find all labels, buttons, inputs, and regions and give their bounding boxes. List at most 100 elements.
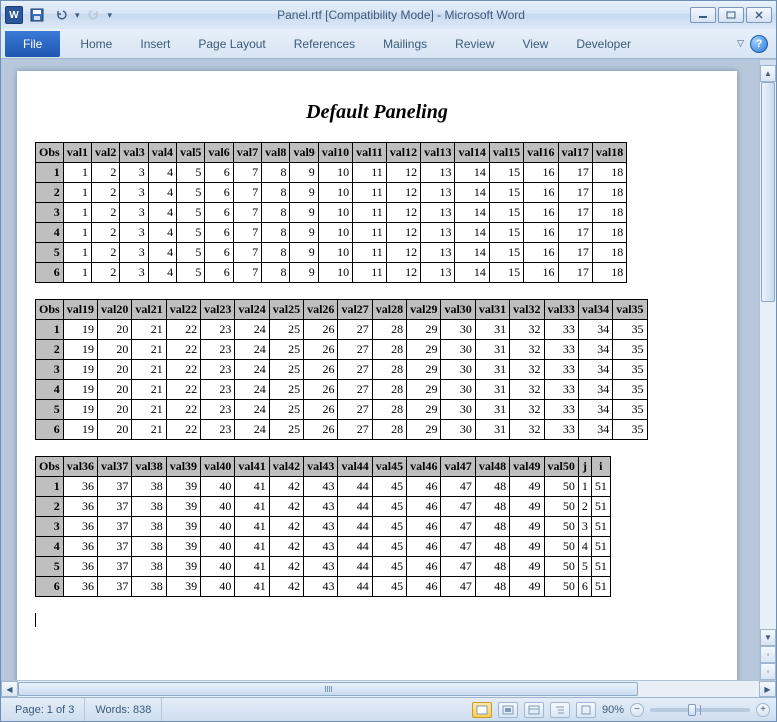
horizontal-scrollbar[interactable]: ◀ ▶: [1, 680, 776, 697]
data-table-1: Obsval1val2val3val4val5val6val7val8val9v…: [35, 142, 627, 283]
data-cell: 23: [201, 380, 235, 400]
data-cell: 51: [591, 477, 610, 497]
data-cell: 36: [63, 497, 97, 517]
scroll-down-button[interactable]: ▼: [760, 629, 776, 646]
redo-button[interactable]: [84, 5, 104, 25]
zoom-in-button[interactable]: +: [756, 703, 770, 717]
data-cell: 11: [353, 243, 387, 263]
data-cell: 34: [578, 360, 612, 380]
undo-button[interactable]: [51, 5, 71, 25]
tab-mailings[interactable]: Mailings: [369, 31, 441, 57]
data-cell: 15: [489, 223, 523, 243]
help-button[interactable]: ?: [750, 35, 768, 53]
browse-next-button[interactable]: ◦: [760, 663, 776, 680]
word-app-icon[interactable]: W: [5, 6, 23, 24]
view-web-layout-button[interactable]: [524, 702, 544, 718]
table-row: 6363738394041424344454647484950651: [36, 577, 611, 597]
data-cell: 49: [510, 497, 544, 517]
scroll-right-button[interactable]: ▶: [759, 681, 776, 697]
scroll-left-button[interactable]: ◀: [1, 681, 18, 697]
tab-developer[interactable]: Developer: [562, 31, 645, 57]
data-cell: 50: [544, 477, 578, 497]
file-tab[interactable]: File: [5, 31, 60, 57]
browse-prev-button[interactable]: ◦: [760, 646, 776, 663]
data-cell: 5: [177, 163, 205, 183]
zoom-slider-knob[interactable]: [688, 704, 696, 716]
hscroll-thumb[interactable]: [18, 682, 638, 696]
tab-view[interactable]: View: [509, 31, 563, 57]
column-header: val28: [372, 300, 406, 320]
status-bar: Page: 1 of 3 Words: 838 90% − +: [1, 697, 776, 721]
document-scroll-area[interactable]: Default Paneling Obsval1val2val3val4val5…: [1, 59, 759, 680]
obs-cell: 1: [36, 477, 64, 497]
obs-cell: 2: [36, 340, 64, 360]
data-cell: 39: [166, 497, 200, 517]
data-cell: 14: [455, 223, 489, 243]
data-cell: 8: [262, 183, 290, 203]
zoom-out-button[interactable]: −: [630, 703, 644, 717]
data-cell: 1: [63, 243, 91, 263]
data-cell: 44: [338, 477, 372, 497]
status-page[interactable]: Page: 1 of 3: [5, 698, 85, 721]
tab-page-layout[interactable]: Page Layout: [184, 31, 279, 57]
tab-home[interactable]: Home: [66, 31, 126, 57]
zoom-level[interactable]: 90%: [602, 704, 624, 716]
data-cell: 10: [318, 223, 352, 243]
view-draft-button[interactable]: [576, 702, 596, 718]
hscroll-track[interactable]: [18, 681, 759, 697]
data-cell: 41: [235, 477, 269, 497]
data-cell: 37: [98, 577, 132, 597]
data-cell: 22: [166, 360, 200, 380]
ribbon-minimize-icon[interactable]: ▽: [737, 38, 744, 49]
document-page[interactable]: Default Paneling Obsval1val2val3val4val5…: [17, 71, 737, 680]
status-words[interactable]: Words: 838: [85, 698, 162, 721]
vscroll-thumb[interactable]: [761, 82, 775, 302]
data-cell: 15: [489, 243, 523, 263]
table-row: 4363738394041424344454647484950451: [36, 537, 611, 557]
column-header: val24: [235, 300, 269, 320]
data-cell: 10: [318, 183, 352, 203]
data-cell: 38: [132, 557, 166, 577]
view-outline-button[interactable]: [550, 702, 570, 718]
vertical-scrollbar[interactable]: ▲ ▼ ◦ ◦: [759, 59, 776, 680]
data-cell: 27: [338, 380, 372, 400]
data-cell: 6: [205, 183, 233, 203]
data-cell: 49: [510, 477, 544, 497]
data-cell: 27: [338, 360, 372, 380]
data-cell: 23: [201, 420, 235, 440]
tab-references[interactable]: References: [280, 31, 369, 57]
obs-cell: 3: [36, 203, 64, 223]
vscroll-track[interactable]: [760, 82, 776, 629]
view-full-screen-button[interactable]: [498, 702, 518, 718]
data-cell: 21: [132, 320, 166, 340]
data-cell: 36: [63, 517, 97, 537]
save-button[interactable]: [27, 5, 47, 25]
data-cell: 22: [166, 420, 200, 440]
data-cell: 4: [148, 203, 176, 223]
data-cell: 1: [63, 223, 91, 243]
undo-dropdown-icon[interactable]: ▾: [75, 10, 80, 21]
zoom-slider[interactable]: [650, 708, 750, 712]
column-header: val1: [63, 143, 91, 163]
data-cell: 33: [544, 420, 578, 440]
maximize-button[interactable]: [718, 7, 744, 23]
data-cell: 16: [524, 243, 558, 263]
data-cell: 44: [338, 497, 372, 517]
data-cell: 49: [510, 557, 544, 577]
data-cell: 21: [132, 420, 166, 440]
minimize-button[interactable]: [690, 7, 716, 23]
view-print-layout-button[interactable]: [472, 702, 492, 718]
data-cell: 37: [98, 517, 132, 537]
data-cell: 29: [407, 400, 441, 420]
data-cell: 34: [578, 320, 612, 340]
column-header: val8: [262, 143, 290, 163]
close-button[interactable]: [746, 7, 772, 23]
data-cell: 42: [269, 517, 303, 537]
scroll-up-button[interactable]: ▲: [760, 65, 776, 82]
data-cell: 15: [489, 163, 523, 183]
obs-cell: 2: [36, 183, 64, 203]
tab-review[interactable]: Review: [441, 31, 508, 57]
data-cell: 49: [510, 517, 544, 537]
data-cell: 24: [235, 400, 269, 420]
tab-insert[interactable]: Insert: [126, 31, 184, 57]
